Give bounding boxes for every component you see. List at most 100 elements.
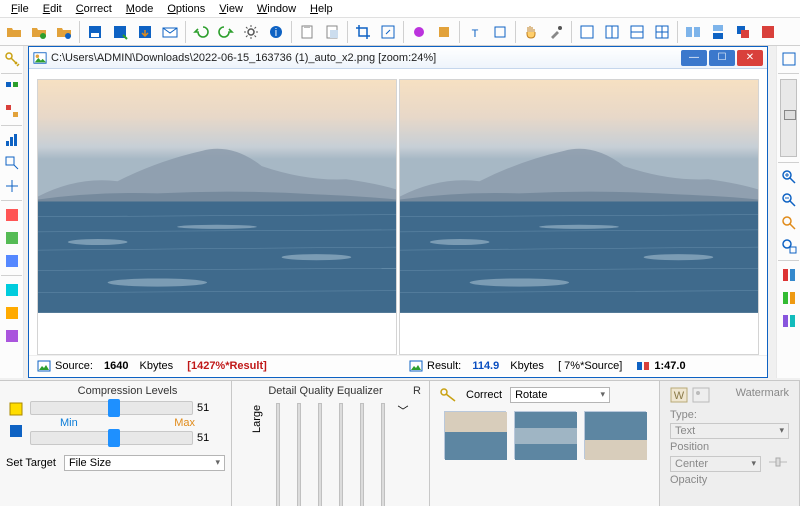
window-close-button[interactable]: ✕ <box>737 50 763 66</box>
wm-opacity-label: Opacity <box>670 474 707 486</box>
correct-key-icon <box>440 388 458 402</box>
eq-slider-1[interactable] <box>274 403 282 506</box>
window-maximize-button[interactable]: ☐ <box>709 50 735 66</box>
menu-view[interactable]: View <box>212 2 250 16</box>
stamp-icon[interactable] <box>488 20 512 44</box>
zoom-fit-icon[interactable] <box>778 235 800 257</box>
text-tool-icon[interactable]: T <box>463 20 487 44</box>
morecolor-a-icon[interactable] <box>1 279 23 301</box>
zoom-out-icon[interactable] <box>778 189 800 211</box>
quality-preset-icon[interactable] <box>6 399 26 419</box>
eq-slider-5[interactable] <box>358 403 366 506</box>
morecolor-c-icon[interactable] <box>1 325 23 347</box>
fit-icon[interactable] <box>778 48 800 70</box>
export-icon[interactable] <box>133 20 157 44</box>
morecolor-b-icon[interactable] <box>1 302 23 324</box>
set-target-label: Set Target <box>6 457 56 469</box>
help-icon[interactable]: i <box>264 20 288 44</box>
open-recent-icon[interactable] <box>27 20 51 44</box>
menu-window[interactable]: Window <box>250 2 303 16</box>
eq-large-label: ︿Large <box>251 403 267 506</box>
source-image-pane[interactable] <box>37 79 397 355</box>
result-size: 114.9 <box>472 360 499 372</box>
crop-icon[interactable] <box>351 20 375 44</box>
eq-r-label: R <box>413 385 423 397</box>
swatch-a-icon[interactable] <box>778 264 800 286</box>
open-url-icon[interactable] <box>52 20 76 44</box>
eyedropper-icon[interactable] <box>544 20 568 44</box>
watermark-image-icon[interactable] <box>692 387 710 406</box>
menu-help[interactable]: Help <box>303 2 340 16</box>
paste-icon[interactable] <box>320 20 344 44</box>
color-a-icon[interactable] <box>1 204 23 226</box>
set-target-combo[interactable]: File Size <box>64 455 225 471</box>
swatch-c-icon[interactable] <box>778 310 800 332</box>
zoom-100-icon[interactable] <box>778 212 800 234</box>
max-label: Max <box>174 417 195 429</box>
equalizer-title: Detail Quality Equalizer <box>238 385 413 399</box>
ratio-icon <box>636 359 650 373</box>
source-label: Source: <box>55 360 93 372</box>
menu-correct[interactable]: Correct <box>69 2 119 16</box>
menu-mode[interactable]: Mode <box>119 2 161 16</box>
editor-titlebar[interactable]: C:\Users\ADMIN\Downloads\2022-06-15_1637… <box>29 47 767 69</box>
undo-icon[interactable] <box>189 20 213 44</box>
layout-split-icon[interactable] <box>600 20 624 44</box>
clipboard-icon[interactable] <box>295 20 319 44</box>
rotate-thumb-3[interactable] <box>584 411 646 459</box>
window-minimize-button[interactable]: — <box>681 50 707 66</box>
editor-window: C:\Users\ADMIN\Downloads\2022-06-15_1637… <box>28 46 768 378</box>
zoom-slider[interactable] <box>780 79 797 157</box>
resize-icon[interactable] <box>376 20 400 44</box>
zoom-in-icon[interactable] <box>778 166 800 188</box>
palette-a-icon[interactable] <box>1 77 23 99</box>
quality-preset2-icon[interactable] <box>6 421 26 441</box>
effects-a-icon[interactable] <box>407 20 431 44</box>
email-icon[interactable] <box>158 20 182 44</box>
menu-edit[interactable]: Edit <box>36 2 69 16</box>
layout-grid-icon[interactable] <box>650 20 674 44</box>
close-all-icon[interactable] <box>756 20 780 44</box>
rotate-thumb-2[interactable] <box>514 411 576 459</box>
result-image-pane[interactable] <box>399 79 759 355</box>
compression-slider-1[interactable] <box>30 401 193 415</box>
layout-single-icon[interactable] <box>575 20 599 44</box>
wm-type-label: Type: <box>670 409 697 421</box>
menu-file[interactable]: File <box>4 2 36 16</box>
svg-text:i: i <box>275 27 277 39</box>
palette-b-icon[interactable] <box>1 100 23 122</box>
cascade-icon[interactable] <box>731 20 755 44</box>
compression-value-1: 51 <box>197 402 225 414</box>
tile-v-icon[interactable] <box>706 20 730 44</box>
levels-icon[interactable] <box>1 129 23 151</box>
open-file-icon[interactable] <box>2 20 26 44</box>
settings-icon[interactable] <box>239 20 263 44</box>
resize-tool-icon[interactable] <box>1 152 23 174</box>
compression-slider-2[interactable] <box>30 431 193 445</box>
eq-slider-4[interactable] <box>337 403 345 506</box>
eq-slider-3[interactable] <box>316 403 324 506</box>
effects-b-icon[interactable] <box>432 20 456 44</box>
main-toolbar: i T <box>0 18 800 46</box>
watermark-text-icon[interactable]: W <box>670 387 688 406</box>
tile-h-icon[interactable] <box>681 20 705 44</box>
compression-panel: Compression Levels 51 MinMax 51 Set Targ… <box>0 381 232 506</box>
swatch-b-icon[interactable] <box>778 287 800 309</box>
eq-slider-6[interactable] <box>379 403 387 506</box>
redo-icon[interactable] <box>214 20 238 44</box>
color-b-icon[interactable] <box>1 227 23 249</box>
correct-mode-combo[interactable]: Rotate <box>510 387 610 403</box>
rotate-thumb-1[interactable] <box>444 411 506 459</box>
pan-icon[interactable] <box>519 20 543 44</box>
layout-stack-icon[interactable] <box>625 20 649 44</box>
color-c-icon[interactable] <box>1 250 23 272</box>
eq-slider-2[interactable] <box>295 403 303 506</box>
source-unit: Kbytes <box>140 360 174 372</box>
save-icon[interactable] <box>83 20 107 44</box>
save-as-icon[interactable] <box>108 20 132 44</box>
key-icon[interactable] <box>1 48 23 70</box>
flip-icon[interactable] <box>1 175 23 197</box>
wm-type-combo: Text <box>670 423 789 439</box>
result-unit: Kbytes <box>510 360 544 372</box>
menu-options[interactable]: Options <box>160 2 212 16</box>
